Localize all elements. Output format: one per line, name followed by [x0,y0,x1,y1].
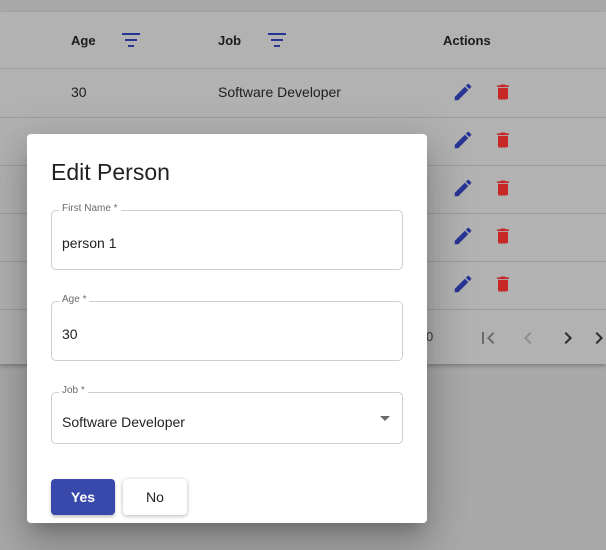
column-header-actions: Actions [443,33,491,48]
filter-list-icon[interactable] [268,32,286,48]
age-cell: 30 [71,84,87,100]
trash-icon[interactable] [493,81,513,103]
yes-button[interactable]: Yes [51,479,115,515]
first-page-icon[interactable] [476,326,500,350]
edit-person-dialog: Edit Person First Name * person 1 Age * … [27,134,427,523]
first-name-input[interactable]: person 1 [62,235,116,251]
column-header-age[interactable]: Age [71,33,96,48]
table-header: Age Job Actions [0,12,606,69]
filter-list-icon[interactable] [122,32,140,48]
job-selected-value[interactable]: Software Developer [62,414,185,430]
first-name-field[interactable]: First Name * person 1 [51,203,403,270]
pencil-icon[interactable] [452,129,474,151]
paginator-range-label: 0 [426,329,434,344]
no-button[interactable]: No [123,479,187,515]
job-cell: Software Developer [218,84,341,100]
trash-icon[interactable] [493,177,513,199]
dialog-title: Edit Person [51,159,170,185]
column-header-job[interactable]: Job [218,33,241,48]
age-input[interactable]: 30 [62,326,78,342]
chevron-right-icon[interactable] [556,326,580,350]
age-label: Age * [59,294,90,305]
pencil-icon[interactable] [452,273,474,295]
pencil-icon[interactable] [452,225,474,247]
job-select[interactable]: Job * Software Developer [51,385,403,444]
last-page-icon[interactable] [590,326,606,350]
first-name-label: First Name * [59,203,121,214]
dropdown-arrow-icon[interactable] [380,416,390,421]
age-field[interactable]: Age * 30 [51,294,403,361]
job-label: Job * [59,385,88,396]
pencil-icon[interactable] [452,81,474,103]
pencil-icon[interactable] [452,177,474,199]
trash-icon[interactable] [493,129,513,151]
trash-icon[interactable] [493,225,513,247]
trash-icon[interactable] [493,273,513,295]
chevron-left-icon[interactable] [516,326,540,350]
table-row: 30 Software Developer [0,69,606,118]
